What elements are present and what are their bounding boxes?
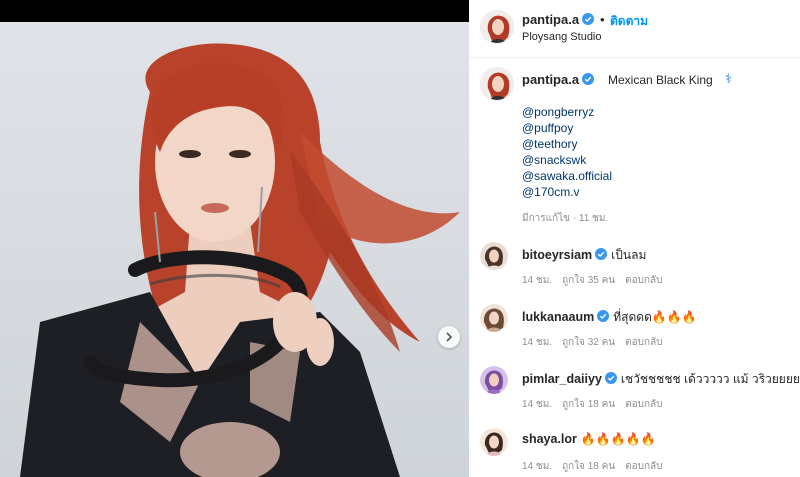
reply-button[interactable]: ตอบกลับ xyxy=(625,399,662,410)
caduceus-emoji: ⚕ xyxy=(725,71,733,86)
comment-meta: 14 ชม. ถูกใจ 32 คน ตอบกลับ xyxy=(522,335,673,350)
reply-button[interactable]: ตอบกลับ xyxy=(625,275,662,286)
comment-username[interactable]: lukkanaaum xyxy=(522,310,594,324)
post-photo xyxy=(20,43,460,477)
comment-item: bitoeyrsiam เป็นลม 14 ชม. ถูกใจ 35 คน ตอบกล… xyxy=(469,242,800,302)
edited-timestamp: มีการแก้ไข · 11 ชม. xyxy=(522,213,609,224)
mention-link[interactable]: @170cm.v xyxy=(522,184,612,200)
post-media[interactable] xyxy=(0,22,469,477)
next-media-button[interactable] xyxy=(438,326,460,348)
top-black-strip xyxy=(0,0,469,22)
comment-body: shaya.lor 🔥🔥🔥🔥🔥 xyxy=(522,432,656,446)
comment-item: shaya.lor 🔥🔥🔥🔥🔥 14 ชม. ถูกใจ 18 คน ตอบกลับ xyxy=(469,428,800,477)
comment-username[interactable]: pimlar_daiiyy xyxy=(522,372,602,386)
verified-badge-icon xyxy=(595,248,608,260)
username-text[interactable]: pantipa.a xyxy=(522,12,579,27)
comment-text: เป็นลม xyxy=(611,248,647,262)
comment-body: pimlar_daiiyy เชวัชชชชช เด้ววววว แม้ วริว… xyxy=(522,370,800,389)
comment-item: pimlar_daiiyy เชวัชชชชช เด้ววววว แม้ วริว… xyxy=(469,366,800,426)
comment-likes[interactable]: ถูกใจ 18 คน xyxy=(562,399,615,410)
verified-badge-icon xyxy=(582,13,595,25)
verified-badge-icon xyxy=(597,310,610,322)
comment-time[interactable]: 14 ชม. xyxy=(522,337,552,348)
mention-link[interactable]: @teethory xyxy=(522,136,612,152)
comment-time[interactable]: 14 ชม. xyxy=(522,399,552,410)
comment-item: lukkanaaum ที่สุดดด🔥🔥🔥 14 ชม. ถูกใจ 32 คน ต… xyxy=(469,304,800,364)
caption-mentions: @pongberryz @puffpoy @teethory @snackswk… xyxy=(522,104,612,200)
avatar[interactable] xyxy=(480,428,508,456)
comment-text: ที่สุดดด🔥🔥🔥 xyxy=(613,310,697,324)
comment-body: bitoeyrsiam เป็นลม xyxy=(522,246,646,265)
post-username[interactable]: pantipa.a xyxy=(522,12,595,27)
comment-username[interactable]: bitoeyrsiam xyxy=(522,248,592,262)
location-link[interactable]: Ploysang Studio xyxy=(522,31,602,43)
comment-text: เชวัชชชชช เด้ววววว แม้ วริวยยยยยย xyxy=(620,372,800,386)
follow-button[interactable]: ติดตาม xyxy=(610,12,648,31)
comment-likes[interactable]: ถูกใจ 18 คน xyxy=(562,461,615,472)
avatar[interactable] xyxy=(480,10,514,44)
mention-link[interactable]: @pongberryz xyxy=(522,104,612,120)
comment-meta: 14 ชม. ถูกใจ 35 คน ตอบกลับ xyxy=(522,273,673,288)
comment-meta: 14 ชม. ถูกใจ 18 คน ตอบกลับ xyxy=(522,397,673,412)
reply-button[interactable]: ตอบกลับ xyxy=(625,337,662,348)
comment-meta: 14 ชม. ถูกใจ 18 คน ตอบกลับ xyxy=(522,459,673,474)
comment-username[interactable]: shaya.lor xyxy=(522,432,577,446)
mention-link[interactable]: @snackswk xyxy=(522,152,612,168)
avatar[interactable] xyxy=(480,304,508,332)
comment-body: lukkanaaum ที่สุดดด🔥🔥🔥 xyxy=(522,308,697,327)
post-header: pantipa.a • ติดตาม Ploysang Studio xyxy=(469,0,800,58)
caption-username[interactable]: pantipa.a xyxy=(522,72,595,87)
comment-text: 🔥🔥🔥🔥🔥 xyxy=(580,432,656,446)
caption-username-text[interactable]: pantipa.a xyxy=(522,72,579,87)
post-sidebar: pantipa.a • ติดตาม Ploysang Studio panti… xyxy=(469,0,800,477)
mention-link[interactable]: @sawaka.official xyxy=(522,168,612,184)
reply-button[interactable]: ตอบกลับ xyxy=(625,461,662,472)
mention-link[interactable]: @puffpoy xyxy=(522,120,612,136)
comment-time[interactable]: 14 ชม. xyxy=(522,461,552,472)
comment-likes[interactable]: ถูกใจ 32 คน xyxy=(562,337,615,348)
verified-badge-icon xyxy=(582,73,595,85)
comment-likes[interactable]: ถูกใจ 35 คน xyxy=(562,275,615,286)
avatar[interactable] xyxy=(480,242,508,270)
caption-avatar[interactable] xyxy=(480,67,514,101)
separator-dot: • xyxy=(600,12,605,27)
verified-badge-icon xyxy=(604,372,617,384)
chevron-right-icon xyxy=(446,332,453,342)
comment-time[interactable]: 14 ชม. xyxy=(522,275,552,286)
caption-text: Mexican Black King xyxy=(608,73,713,87)
avatar[interactable] xyxy=(480,366,508,394)
